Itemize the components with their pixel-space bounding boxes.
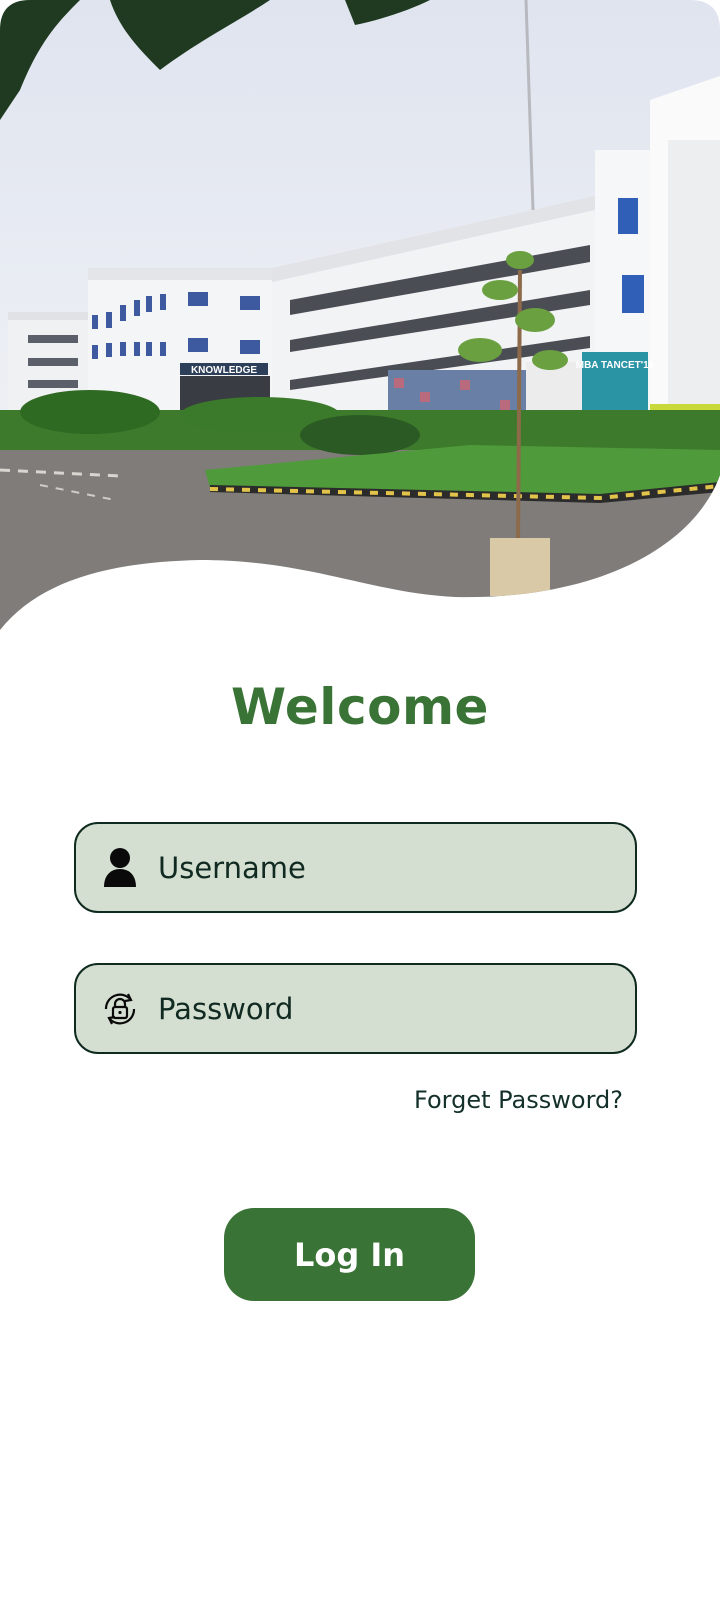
banner-text: MBA TANCET'16 [576,360,655,371]
login-button[interactable]: Log In [224,1208,475,1301]
forgot-password-link[interactable]: Forget Password? [414,1086,623,1114]
person-icon [98,846,142,890]
welcome-title: Welcome [231,678,489,736]
lock-icon [98,987,142,1031]
building-sign-text: KNOWLEDGE [191,365,257,376]
password-input[interactable] [156,977,635,1040]
username-input[interactable] [156,836,635,899]
campus-hero-image: KNOWLEDGE MBA TANCET'16 [0,0,720,650]
password-field[interactable] [74,963,637,1054]
username-field[interactable] [74,822,637,913]
